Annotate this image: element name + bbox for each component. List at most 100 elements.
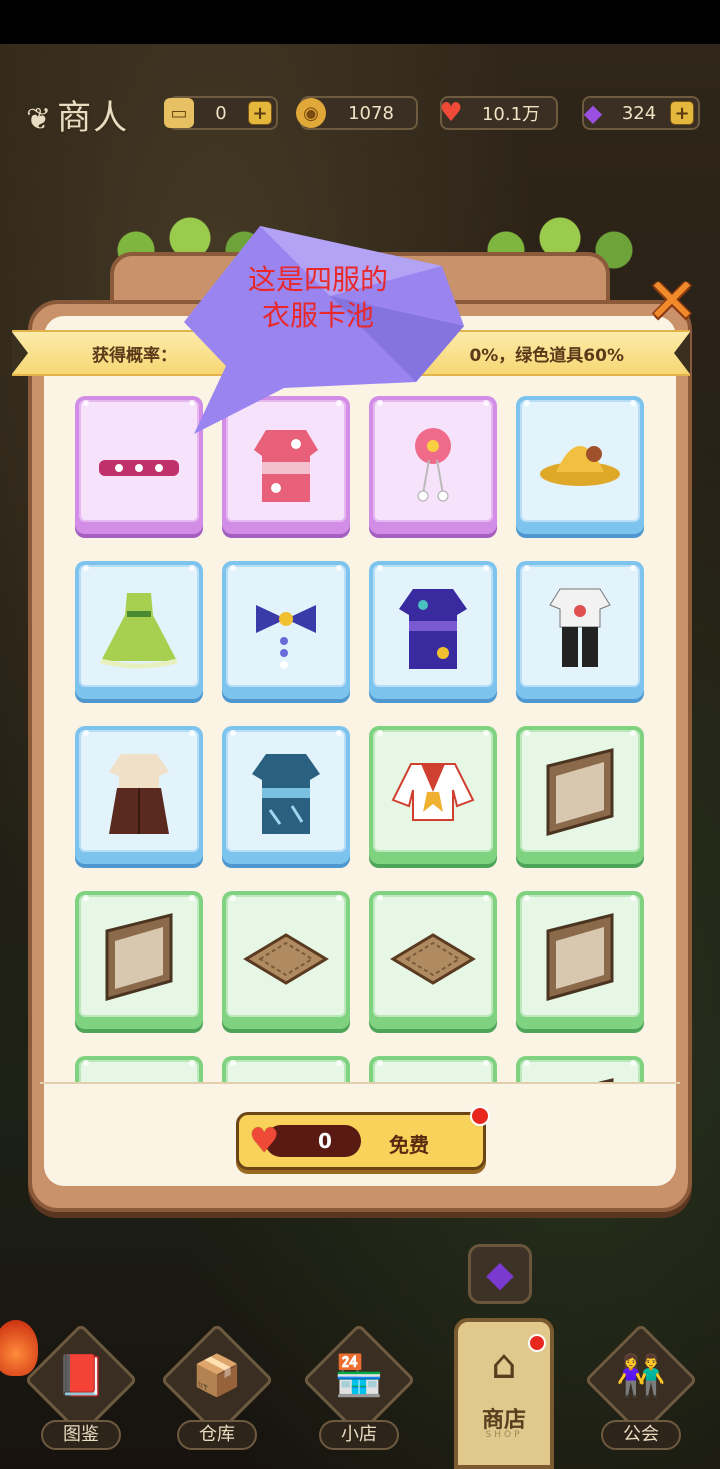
nav-label: 公会 bbox=[601, 1420, 681, 1450]
guild-icon: 👫 bbox=[616, 1353, 666, 1399]
heart-icon: ♥ bbox=[249, 1121, 280, 1161]
annotation-text: 这是四服的衣服卡池 bbox=[247, 263, 388, 332]
cost-value: 0 bbox=[318, 1129, 332, 1153]
store-icon: 🏪 bbox=[334, 1353, 384, 1399]
coin-resource: ◉ 1078 bbox=[296, 96, 418, 130]
card-rivet bbox=[230, 895, 236, 901]
item-card[interactable] bbox=[516, 1056, 644, 1082]
item-card[interactable] bbox=[369, 561, 497, 699]
card-rivet bbox=[524, 730, 530, 736]
add-gem-button[interactable]: + bbox=[670, 101, 694, 125]
item-card[interactable] bbox=[369, 891, 497, 1029]
item-card[interactable] bbox=[369, 726, 497, 864]
card-rivet bbox=[630, 730, 636, 736]
unknown-item-icon bbox=[236, 1070, 336, 1082]
wooden-panel-icon bbox=[597, 1078, 614, 1082]
card-rivet bbox=[189, 1060, 195, 1066]
card-rivet bbox=[83, 565, 89, 571]
item-card[interactable] bbox=[222, 1056, 350, 1082]
headband-icon bbox=[99, 460, 179, 476]
card-rivet bbox=[630, 895, 636, 901]
card-rivet bbox=[83, 1060, 89, 1066]
ticket-icon: ▭ bbox=[164, 98, 194, 128]
swirl-ornament-icon: ❦ bbox=[26, 102, 54, 137]
wooden-panel-icon bbox=[105, 913, 173, 1001]
item-card[interactable] bbox=[75, 891, 203, 1029]
card-rivet bbox=[630, 565, 636, 571]
item-card[interactable] bbox=[516, 891, 644, 1029]
card-rivet bbox=[83, 400, 89, 406]
item-grid bbox=[40, 378, 680, 1082]
nav-item-store[interactable]: 🏪 小店 bbox=[302, 1323, 416, 1450]
card-rivet bbox=[377, 730, 383, 736]
nav-item-guild[interactable]: 👫 公会 bbox=[584, 1323, 698, 1450]
card-rivet bbox=[377, 565, 383, 571]
bottom-nav: 📕 图鉴 📦 仓库 🏪 小店 👫 公会 bbox=[0, 1320, 720, 1469]
card-rivet bbox=[377, 895, 383, 901]
teal-kimono-icon bbox=[252, 754, 320, 834]
heart-icon: ♥ bbox=[439, 98, 463, 128]
item-card[interactable] bbox=[222, 726, 350, 864]
item-card[interactable] bbox=[75, 561, 203, 699]
card-rivet bbox=[336, 895, 342, 901]
card-rivet bbox=[336, 1060, 342, 1066]
item-card[interactable] bbox=[369, 1056, 497, 1082]
nav-label: 小店 bbox=[319, 1420, 399, 1450]
divider bbox=[40, 1082, 680, 1084]
gem-icon: ◆ bbox=[583, 99, 603, 127]
notification-dot bbox=[470, 1106, 490, 1126]
card-rivet bbox=[336, 565, 342, 571]
card-rivet bbox=[524, 565, 530, 571]
nav-label: 图鉴 bbox=[41, 1420, 121, 1450]
card-rivet bbox=[483, 565, 489, 571]
free-label: 免费 bbox=[389, 1133, 429, 1157]
gem-shortcut-button[interactable]: ◆ bbox=[468, 1244, 532, 1304]
card-rivet bbox=[83, 730, 89, 736]
tatami-mat-icon bbox=[390, 933, 476, 985]
green-dress-icon bbox=[100, 593, 178, 669]
card-rivet bbox=[189, 730, 195, 736]
item-grid-viewport[interactable] bbox=[40, 378, 680, 1082]
card-rivet bbox=[230, 1060, 236, 1066]
card-rivet bbox=[483, 895, 489, 901]
probability-label: 获得概率： bbox=[92, 345, 177, 366]
item-card[interactable] bbox=[222, 561, 350, 699]
free-draw-button[interactable]: ♥ 0 免费 bbox=[236, 1112, 486, 1170]
item-card[interactable] bbox=[75, 1056, 203, 1082]
ticket-resource: ▭ 0 + bbox=[164, 96, 278, 130]
item-card[interactable] bbox=[516, 561, 644, 699]
probability-values: 0%，绿色道具60% bbox=[469, 345, 624, 366]
card-rivet bbox=[524, 895, 530, 901]
gem-icon: ◆ bbox=[486, 1253, 514, 1295]
card-rivet bbox=[483, 400, 489, 406]
card-rivet bbox=[630, 1060, 636, 1066]
nav-item-collection[interactable]: 📕 图鉴 bbox=[24, 1323, 138, 1450]
nav-item-warehouse[interactable]: 📦 仓库 bbox=[160, 1323, 274, 1450]
item-card[interactable] bbox=[222, 891, 350, 1029]
item-card[interactable] bbox=[75, 726, 203, 864]
item-card[interactable] bbox=[516, 396, 644, 534]
gem-resource: ◆ 324 + bbox=[582, 96, 700, 130]
card-rivet bbox=[483, 730, 489, 736]
wooden-panel-icon bbox=[546, 748, 614, 836]
nav-sublabel: SHOP bbox=[485, 1430, 523, 1440]
shirt-pants-outfit-icon bbox=[549, 588, 611, 667]
card-rivet bbox=[524, 400, 530, 406]
close-icon: ✕ bbox=[646, 263, 698, 337]
card-rivet bbox=[189, 895, 195, 901]
coin-icon: ◉ bbox=[296, 98, 326, 128]
top-bar: ❦ 商人 ▭ 0 + ◉ 1078 ♥ 10.1万 ◆ 324 + bbox=[0, 88, 720, 138]
card-rivet bbox=[230, 565, 236, 571]
book-icon: 📕 bbox=[56, 1353, 106, 1399]
card-rivet bbox=[336, 730, 342, 736]
card-rivet bbox=[630, 400, 636, 406]
add-ticket-button[interactable]: + bbox=[248, 101, 272, 125]
bucket-hat-icon bbox=[540, 446, 620, 486]
page-title: ❦ 商人 bbox=[26, 98, 130, 138]
wooden-panel-icon bbox=[546, 913, 614, 1001]
close-button[interactable]: ✕ bbox=[640, 264, 704, 337]
card-rivet bbox=[83, 895, 89, 901]
sailor-shirt-icon bbox=[391, 763, 475, 821]
item-card[interactable] bbox=[516, 726, 644, 864]
card-rivet bbox=[189, 565, 195, 571]
